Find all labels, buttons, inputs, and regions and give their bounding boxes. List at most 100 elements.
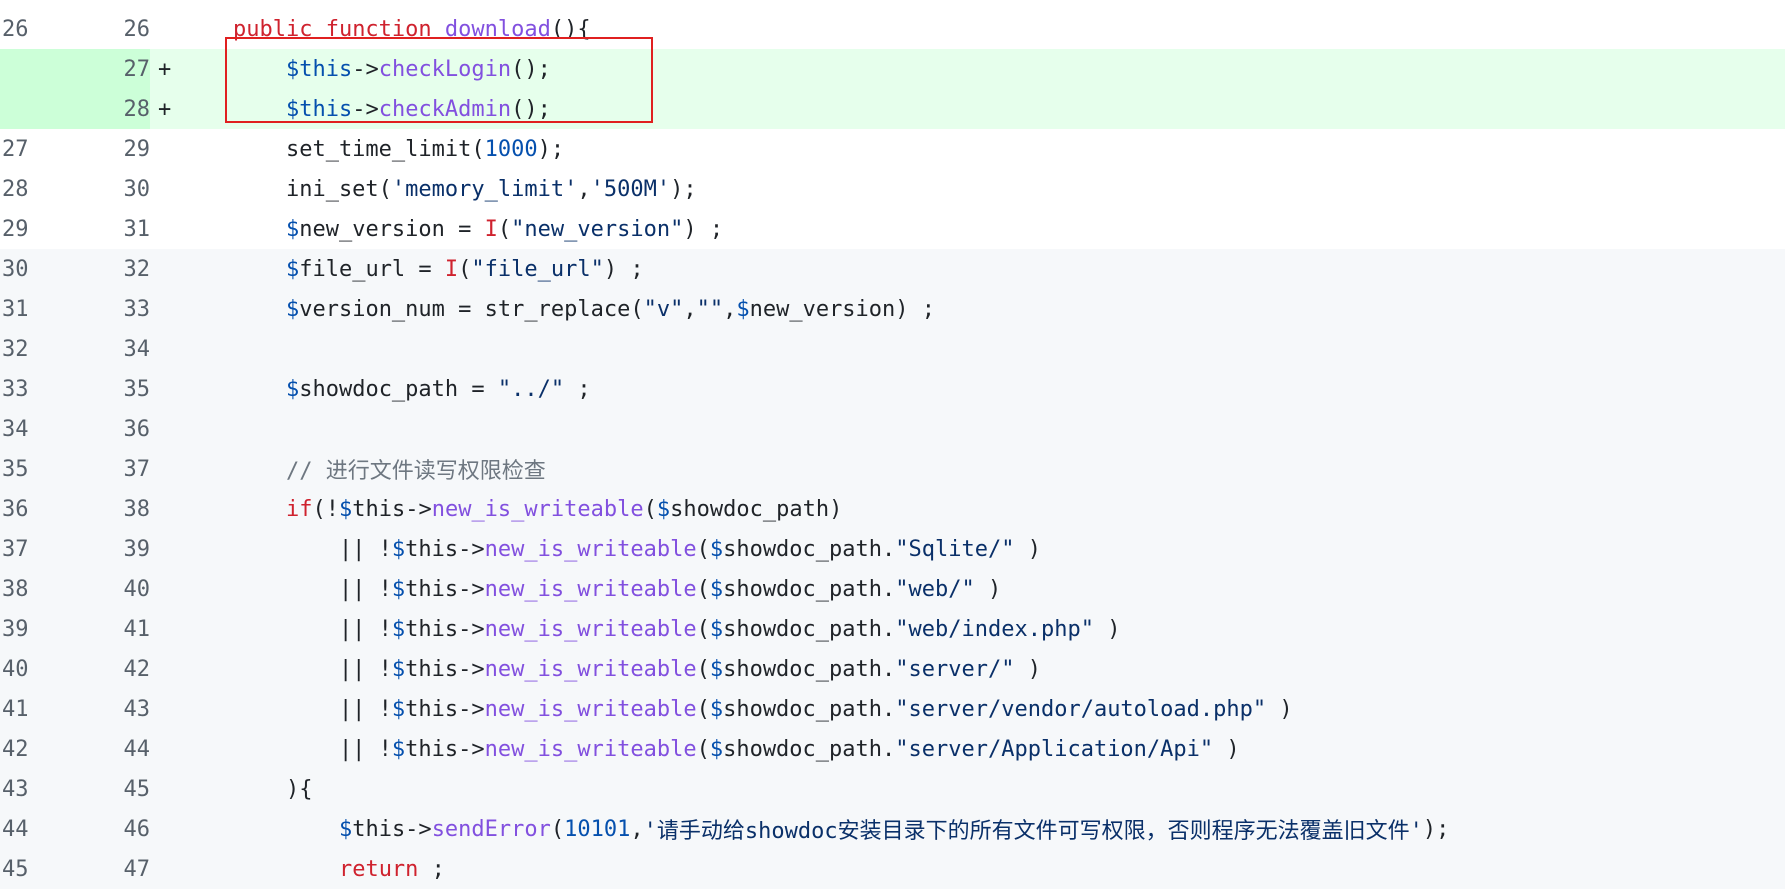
new-line-number[interactable]: 41 (97, 617, 151, 642)
code-token: $ (709, 616, 724, 642)
new-line-number[interactable]: 38 (97, 497, 151, 522)
code-token: ) (1093, 616, 1121, 642)
line-gutter: 34 36 (0, 409, 150, 449)
code-token: "server/" (895, 656, 1015, 682)
new-line-number[interactable]: 34 (97, 337, 151, 362)
code-token: showdoc_path. (723, 576, 896, 602)
diff-line: 33 35 $ showdoc_path = "../" ; (0, 369, 1785, 409)
new-line-number[interactable]: 44 (97, 737, 151, 762)
new-line-number[interactable]: 32 (97, 257, 151, 282)
code-token: $ (709, 736, 724, 762)
code-token: $ (338, 496, 353, 522)
code-token: '500M' (590, 176, 671, 202)
code-token: 'memory_limit' (391, 176, 578, 202)
code-token: showdoc_path. (723, 736, 896, 762)
code-token: ( (497, 216, 512, 242)
code-token: || ! (180, 736, 392, 762)
old-line-number[interactable]: 45 (0, 857, 97, 882)
diff-line: 39 41 || ! $ this-> new_is_writeable($ showdo… (0, 609, 1785, 649)
new-line-number[interactable]: 30 (97, 177, 151, 202)
code-token: $ (709, 576, 724, 602)
code-token: , (683, 296, 697, 322)
old-line-number[interactable]: 27 (0, 137, 97, 162)
code-token: $ (338, 816, 353, 842)
old-line-number[interactable]: 28 (0, 177, 97, 202)
new-line-number[interactable]: 27 (97, 57, 151, 82)
diff-line: 38 40 || ! $ this-> new_is_writeable($ showdo… (0, 569, 1785, 609)
code-token: (! (312, 496, 339, 522)
new-line-number[interactable]: 36 (97, 417, 151, 442)
code-token: this-> (405, 536, 485, 562)
new-line-number[interactable]: 47 (97, 857, 151, 882)
new-line-number[interactable]: 29 (97, 137, 151, 162)
code-token: "v" (643, 296, 684, 322)
old-line-number[interactable]: 44 (0, 817, 97, 842)
line-gutter: 32 34 (0, 329, 150, 369)
diff-line: 34 36 (0, 409, 1785, 449)
new-line-number[interactable]: 26 (97, 17, 151, 42)
code-token: if (285, 496, 313, 522)
code-token: 1000 (484, 136, 538, 162)
code-token: ) (1014, 536, 1041, 562)
new-line-number[interactable]: 31 (97, 217, 151, 242)
line-gutter: 27 (0, 49, 150, 89)
line-gutter: 40 42 (0, 649, 150, 689)
old-line-number[interactable]: 33 (0, 377, 97, 402)
diff-line: 32 34 (0, 329, 1785, 369)
old-line-number[interactable]: 43 (0, 777, 97, 802)
line-gutter: 29 31 (0, 209, 150, 249)
code-token: ) (1213, 736, 1240, 762)
old-line-number[interactable]: 40 (0, 657, 97, 682)
new-line-number[interactable]: 40 (97, 577, 151, 602)
code-token: , (630, 816, 644, 842)
code-token: showdoc_path. (723, 656, 896, 682)
code-token: "" (696, 296, 724, 322)
code-token: ) ; (683, 216, 724, 242)
diff-line: 29 31 $ new_version = I("new_version") ; (0, 209, 1785, 249)
old-line-number[interactable]: 30 (0, 257, 97, 282)
line-gutter: 43 45 (0, 769, 150, 809)
old-line-number[interactable]: 41 (0, 697, 97, 722)
old-line-number[interactable]: 34 (0, 417, 97, 442)
code-token: ; (564, 376, 591, 402)
old-line-number[interactable]: 29 (0, 217, 97, 242)
old-line-number[interactable]: 35 (0, 457, 97, 482)
old-line-number[interactable]: 42 (0, 737, 97, 762)
new-line-number[interactable]: 35 (97, 377, 151, 402)
code-line: $ new_version = I("new_version") ; (180, 209, 1785, 249)
new-line-number[interactable]: 46 (97, 817, 151, 842)
new-line-number[interactable]: 45 (97, 777, 151, 802)
code-token: new_is_writeable (484, 696, 697, 722)
old-line-number[interactable]: 37 (0, 537, 97, 562)
code-token: "web/" (895, 576, 975, 602)
diff-line: 27 29 set_time_limit(1000); (0, 129, 1785, 169)
old-line-number[interactable]: 38 (0, 577, 97, 602)
code-token: new_is_writeable (484, 536, 697, 562)
code-token: this-> (352, 816, 432, 842)
line-gutter: 30 32 (0, 249, 150, 289)
highlight-box (225, 37, 653, 123)
new-line-number[interactable]: 37 (97, 457, 151, 482)
line-gutter: 45 47 (0, 849, 150, 889)
new-line-number[interactable]: 33 (97, 297, 151, 322)
new-line-number[interactable]: 43 (97, 697, 151, 722)
old-line-number[interactable]: 36 (0, 497, 97, 522)
old-line-number[interactable]: 39 (0, 617, 97, 642)
old-line-number[interactable]: 31 (0, 297, 97, 322)
code-token: new_is_writeable (484, 576, 697, 602)
new-line-number[interactable]: 42 (97, 657, 151, 682)
code-token: this-> (352, 496, 432, 522)
code-token: sendError (431, 816, 551, 842)
code-token: , (723, 296, 737, 322)
new-line-number[interactable]: 39 (97, 537, 151, 562)
old-line-number[interactable]: 32 (0, 337, 97, 362)
old-line-number[interactable]: 26 (0, 17, 97, 42)
code-token: this-> (405, 616, 485, 642)
code-token: || ! (180, 696, 392, 722)
diff-view: 26 26 public function download(){27 + $thi… (0, 0, 1785, 889)
code-token: version_num = str_replace( (299, 296, 644, 322)
new-line-number[interactable]: 28 (97, 97, 151, 122)
code-token: file_url = (299, 256, 445, 282)
